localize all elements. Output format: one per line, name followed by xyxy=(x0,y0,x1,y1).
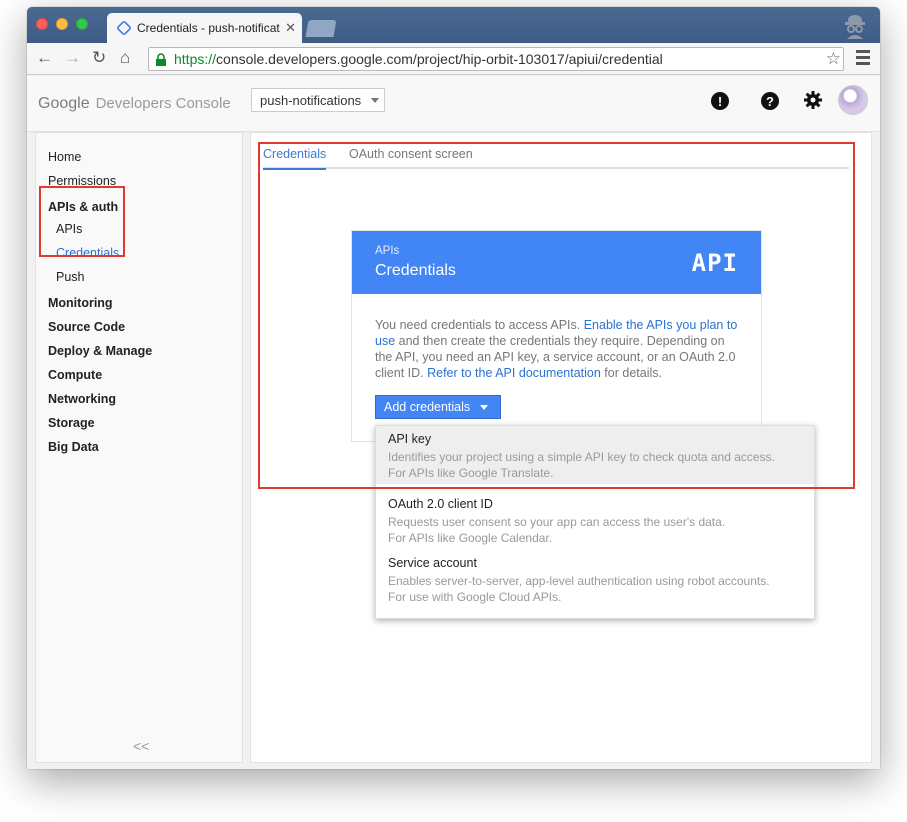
sidebar-item-monitoring[interactable]: Monitoring xyxy=(48,296,113,310)
console-header: Google Developers Console push-notificati… xyxy=(27,76,880,132)
menu-item-title: OAuth 2.0 client ID xyxy=(388,497,493,511)
api-documentation-link[interactable]: Refer to the API documentation xyxy=(427,366,601,380)
console-logo[interactable]: Google Developers Console xyxy=(38,95,231,113)
forward-arrow-icon[interactable]: → xyxy=(64,48,81,68)
menu-item-desc: For APIs like Google Translate. xyxy=(388,466,554,480)
tabs-row: Credentials OAuth consent screen xyxy=(263,133,849,170)
back-arrow-icon[interactable]: ← xyxy=(36,48,53,68)
sidebar: Home Permissions APIs & auth APIs Creden… xyxy=(35,132,243,763)
menu-item-oauth-client-id[interactable]: OAuth 2.0 client ID Requests user consen… xyxy=(376,491,814,549)
tab-oauth-consent-screen[interactable]: OAuth consent screen xyxy=(349,147,473,168)
card-header: APIs Credentials API xyxy=(352,231,761,294)
menu-item-api-key[interactable]: API key Identifies your project using a … xyxy=(376,426,814,484)
menu-item-desc: Enables server-to-server, app-level auth… xyxy=(388,574,770,588)
browser-tab[interactable]: Credentials - push-notificat ✕ xyxy=(107,13,302,43)
collapse-sidebar-button[interactable]: << xyxy=(133,738,149,754)
logo-product: Developers Console xyxy=(95,95,231,112)
card-title: Credentials xyxy=(375,262,456,279)
feedback-icon[interactable]: ! xyxy=(711,92,729,110)
add-credentials-label: Add credentials xyxy=(384,400,471,414)
url-text: console.developers.google.com/project/hi… xyxy=(216,51,663,67)
card-text-1: You need credentials to access APIs. xyxy=(375,318,584,332)
url-protocol: https:// xyxy=(174,51,217,67)
sidebar-item-home[interactable]: Home xyxy=(48,150,81,164)
menu-item-service-account[interactable]: Service account Enables server-to-server… xyxy=(376,550,814,608)
sidebar-item-permissions[interactable]: Permissions xyxy=(48,174,116,188)
menu-item-title: API key xyxy=(388,432,432,446)
tab-credentials[interactable]: Credentials xyxy=(263,147,327,170)
incognito-icon xyxy=(845,15,865,39)
browser-menu-icon[interactable] xyxy=(856,50,870,68)
sidebar-item-storage[interactable]: Storage xyxy=(48,416,95,430)
sidebar-item-deploy-manage[interactable]: Deploy & Manage xyxy=(48,344,152,358)
bookmark-star-icon[interactable]: ☆ xyxy=(826,49,841,69)
sidebar-item-compute[interactable]: Compute xyxy=(48,368,102,382)
add-credentials-button[interactable]: Add credentials xyxy=(375,395,502,419)
browser-window: Credentials - push-notificat ✕ ← → ↻ ⌂ h… xyxy=(27,7,880,769)
close-tab-icon[interactable]: ✕ xyxy=(285,20,296,36)
card-kicker: APIs xyxy=(375,245,400,257)
sidebar-item-credentials[interactable]: Credentials xyxy=(56,246,119,260)
add-credentials-menu: API key Identifies your project using a … xyxy=(375,425,815,619)
help-icon[interactable]: ? xyxy=(761,92,779,110)
menu-item-title: Service account xyxy=(388,556,477,570)
close-window-button[interactable] xyxy=(36,18,48,30)
minimize-window-button[interactable] xyxy=(56,18,68,30)
api-badge: API xyxy=(691,249,738,277)
address-bar[interactable]: https://console.developers.google.com/pr… xyxy=(148,47,844,71)
browser-toolbar: ← → ↻ ⌂ https://console.developers.googl… xyxy=(27,43,880,75)
lock-icon xyxy=(156,52,166,66)
project-selector[interactable]: push-notifications xyxy=(251,88,385,112)
credentials-card: APIs Credentials API You need credential… xyxy=(351,230,762,442)
sidebar-item-push[interactable]: Push xyxy=(56,270,85,284)
tab-title: Credentials - push-notificat xyxy=(137,21,280,35)
logo-google: Google xyxy=(38,95,90,112)
console-favicon-icon xyxy=(116,20,132,36)
main-panel: Credentials OAuth consent screen APIs Cr… xyxy=(250,132,872,763)
sidebar-item-big-data[interactable]: Big Data xyxy=(48,440,99,454)
menu-item-desc: For use with Google Cloud APIs. xyxy=(388,590,562,604)
avatar[interactable] xyxy=(838,85,868,115)
menu-item-desc: Requests user consent so your app can ac… xyxy=(388,515,726,529)
project-name: push-notifications xyxy=(260,92,362,108)
reload-icon[interactable]: ↻ xyxy=(92,48,106,68)
new-tab-button[interactable] xyxy=(305,20,337,37)
sidebar-item-apis-auth[interactable]: APIs & auth xyxy=(48,200,118,214)
gear-icon[interactable] xyxy=(803,90,823,110)
tab-strip: Credentials - push-notificat ✕ xyxy=(27,7,880,43)
menu-item-desc: For APIs like Google Calendar. xyxy=(388,531,553,545)
maximize-window-button[interactable] xyxy=(76,18,88,30)
card-description: You need credentials to access APIs. Ena… xyxy=(375,317,745,381)
card-text-3: for details. xyxy=(600,366,662,380)
sidebar-item-source-code[interactable]: Source Code xyxy=(48,320,125,334)
menu-item-desc: Identifies your project using a simple A… xyxy=(388,450,775,464)
sidebar-item-networking[interactable]: Networking xyxy=(48,392,116,406)
chevron-down-icon xyxy=(371,97,380,103)
sidebar-item-apis[interactable]: APIs xyxy=(56,222,82,236)
chevron-down-icon xyxy=(480,404,489,410)
home-icon[interactable]: ⌂ xyxy=(120,48,130,68)
